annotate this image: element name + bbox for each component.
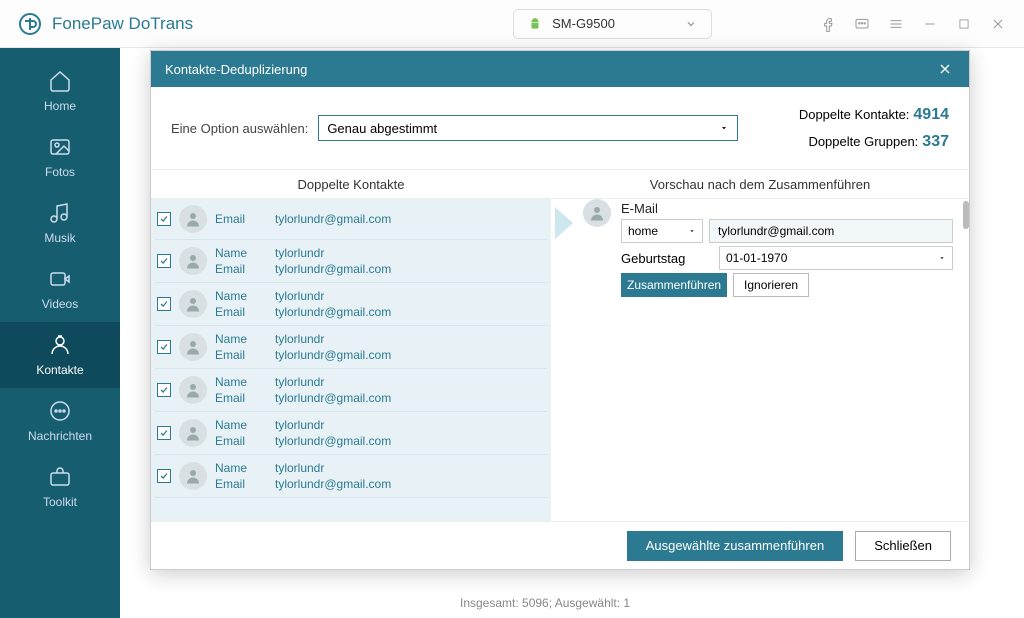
sidebar-item-label: Home — [44, 99, 76, 113]
contact-checkbox[interactable] — [157, 340, 171, 354]
music-icon — [48, 201, 72, 225]
feedback-icon[interactable] — [852, 14, 872, 34]
chevron-down-icon — [719, 123, 729, 133]
scrollbar-thumb[interactable] — [963, 201, 969, 229]
contact-row[interactable]: NametylorlundrEmailtylorlundr@gmail.com — [155, 369, 547, 412]
contact-fields: Emailtylorlundr@gmail.com — [215, 212, 391, 226]
contact-avatar — [179, 290, 207, 318]
sidebar-item-label: Toolkit — [43, 495, 77, 509]
col-header-duplicates: Doppelte Kontakte — [151, 177, 551, 192]
sidebar-item-messages[interactable]: Nachrichten — [0, 388, 120, 454]
sidebar-item-label: Musik — [44, 231, 75, 245]
email-value-input[interactable] — [709, 219, 953, 243]
dedup-modal: Kontakte-Deduplizierung Eine Option ausw… — [150, 50, 970, 570]
contact-checkbox[interactable] — [157, 254, 171, 268]
sidebar-item-label: Kontakte — [36, 363, 83, 377]
contact-row[interactable]: NametylorlundrEmailtylorlundr@gmail.com — [155, 326, 547, 369]
col-header-preview: Vorschau nach dem Zusammenführen — [551, 177, 969, 192]
sidebar: Home Fotos Musik Videos Kontakte Nachric… — [0, 48, 120, 618]
close-modal-button[interactable]: Schließen — [855, 531, 951, 561]
contact-avatar — [179, 205, 207, 233]
messages-icon — [48, 399, 72, 423]
maximize-button[interactable] — [954, 14, 974, 34]
facebook-icon[interactable] — [818, 14, 838, 34]
contact-row[interactable]: NametylorlundrEmailtylorlundr@gmail.com — [155, 455, 547, 498]
contact-avatar — [179, 333, 207, 361]
status-bar: Insgesamt: 5096; Ausgewählt: 1 — [460, 596, 630, 610]
preview-email-label: E-Mail — [621, 201, 953, 216]
merge-preview-panel: E-Mail home Geburtstag 01-01-1970 Zusamm… — [579, 199, 969, 521]
contact-row[interactable]: NametylorlundrEmailtylorlundr@gmail.com — [155, 240, 547, 283]
chevron-down-icon — [685, 18, 697, 30]
sidebar-item-contacts[interactable]: Kontakte — [0, 322, 120, 388]
minimize-button[interactable] — [920, 14, 940, 34]
brand-logo-icon — [18, 12, 42, 36]
contact-avatar — [179, 462, 207, 490]
dup-contacts-count: 4914 — [913, 106, 949, 123]
contact-avatar — [179, 376, 207, 404]
match-option-select[interactable]: Genau abgestimmt — [318, 115, 738, 141]
device-selector[interactable]: SM-G9500 — [513, 9, 712, 39]
contact-avatar — [179, 419, 207, 447]
contact-fields: NametylorlundrEmailtylorlundr@gmail.com — [215, 418, 391, 448]
brand-title: FonePaw DoTrans — [52, 14, 193, 34]
dup-contacts-label: Doppelte Kontakte: — [799, 107, 910, 122]
ignore-button[interactable]: Ignorieren — [733, 273, 809, 297]
contact-checkbox[interactable] — [157, 383, 171, 397]
contact-row[interactable]: NametylorlundrEmailtylorlundr@gmail.com — [155, 283, 547, 326]
sidebar-item-label: Nachrichten — [28, 429, 92, 443]
close-window-button[interactable] — [988, 14, 1008, 34]
sidebar-item-toolkit[interactable]: Toolkit — [0, 454, 120, 520]
option-label: Eine Option auswählen: — [171, 121, 308, 136]
contact-checkbox[interactable] — [157, 426, 171, 440]
contact-fields: NametylorlundrEmailtylorlundr@gmail.com — [215, 289, 391, 319]
toolkit-icon — [48, 465, 72, 489]
sidebar-item-home[interactable]: Home — [0, 58, 120, 124]
android-icon — [528, 17, 542, 31]
sidebar-item-videos[interactable]: Videos — [0, 256, 120, 322]
dup-groups-label: Doppelte Gruppen: — [808, 134, 918, 149]
select-value: Genau abgestimmt — [327, 121, 437, 136]
preview-avatar — [583, 199, 611, 227]
dup-groups-count: 337 — [922, 133, 949, 150]
merge-arrow-icon — [551, 203, 579, 248]
menu-icon[interactable] — [886, 14, 906, 34]
duplicate-contacts-list[interactable]: Emailtylorlundr@gmail.com Nametylorlundr… — [151, 199, 551, 521]
modal-close-button[interactable] — [935, 59, 955, 79]
contact-row[interactable]: NametylorlundrEmailtylorlundr@gmail.com — [155, 412, 547, 455]
birthday-select[interactable]: 01-01-1970 — [719, 246, 953, 270]
contacts-icon — [48, 333, 72, 357]
contact-row[interactable]: Emailtylorlundr@gmail.com — [155, 199, 547, 240]
contact-fields: NametylorlundrEmailtylorlundr@gmail.com — [215, 246, 391, 276]
contact-checkbox[interactable] — [157, 469, 171, 483]
video-icon — [48, 267, 72, 291]
preview-bday-label: Geburtstag — [621, 251, 713, 266]
stats-block: Doppelte Kontakte:4914 Doppelte Gruppen:… — [799, 101, 949, 155]
contact-fields: NametylorlundrEmailtylorlundr@gmail.com — [215, 375, 391, 405]
contact-checkbox[interactable] — [157, 297, 171, 311]
merge-selected-button[interactable]: Ausgewählte zusammenführen — [627, 531, 844, 561]
modal-title: Kontakte-Deduplizierung — [165, 62, 307, 77]
contact-avatar — [179, 247, 207, 275]
sidebar-item-label: Videos — [42, 297, 78, 311]
sidebar-item-label: Fotos — [45, 165, 75, 179]
home-icon — [48, 69, 72, 93]
sidebar-item-music[interactable]: Musik — [0, 190, 120, 256]
photo-icon — [48, 135, 72, 159]
contact-checkbox[interactable] — [157, 212, 171, 226]
contact-fields: NametylorlundrEmailtylorlundr@gmail.com — [215, 461, 391, 491]
contact-fields: NametylorlundrEmailtylorlundr@gmail.com — [215, 332, 391, 362]
email-type-select[interactable]: home — [621, 219, 703, 243]
device-name: SM-G9500 — [552, 16, 615, 31]
sidebar-item-photos[interactable]: Fotos — [0, 124, 120, 190]
merge-single-button[interactable]: Zusammenführen — [621, 273, 727, 297]
